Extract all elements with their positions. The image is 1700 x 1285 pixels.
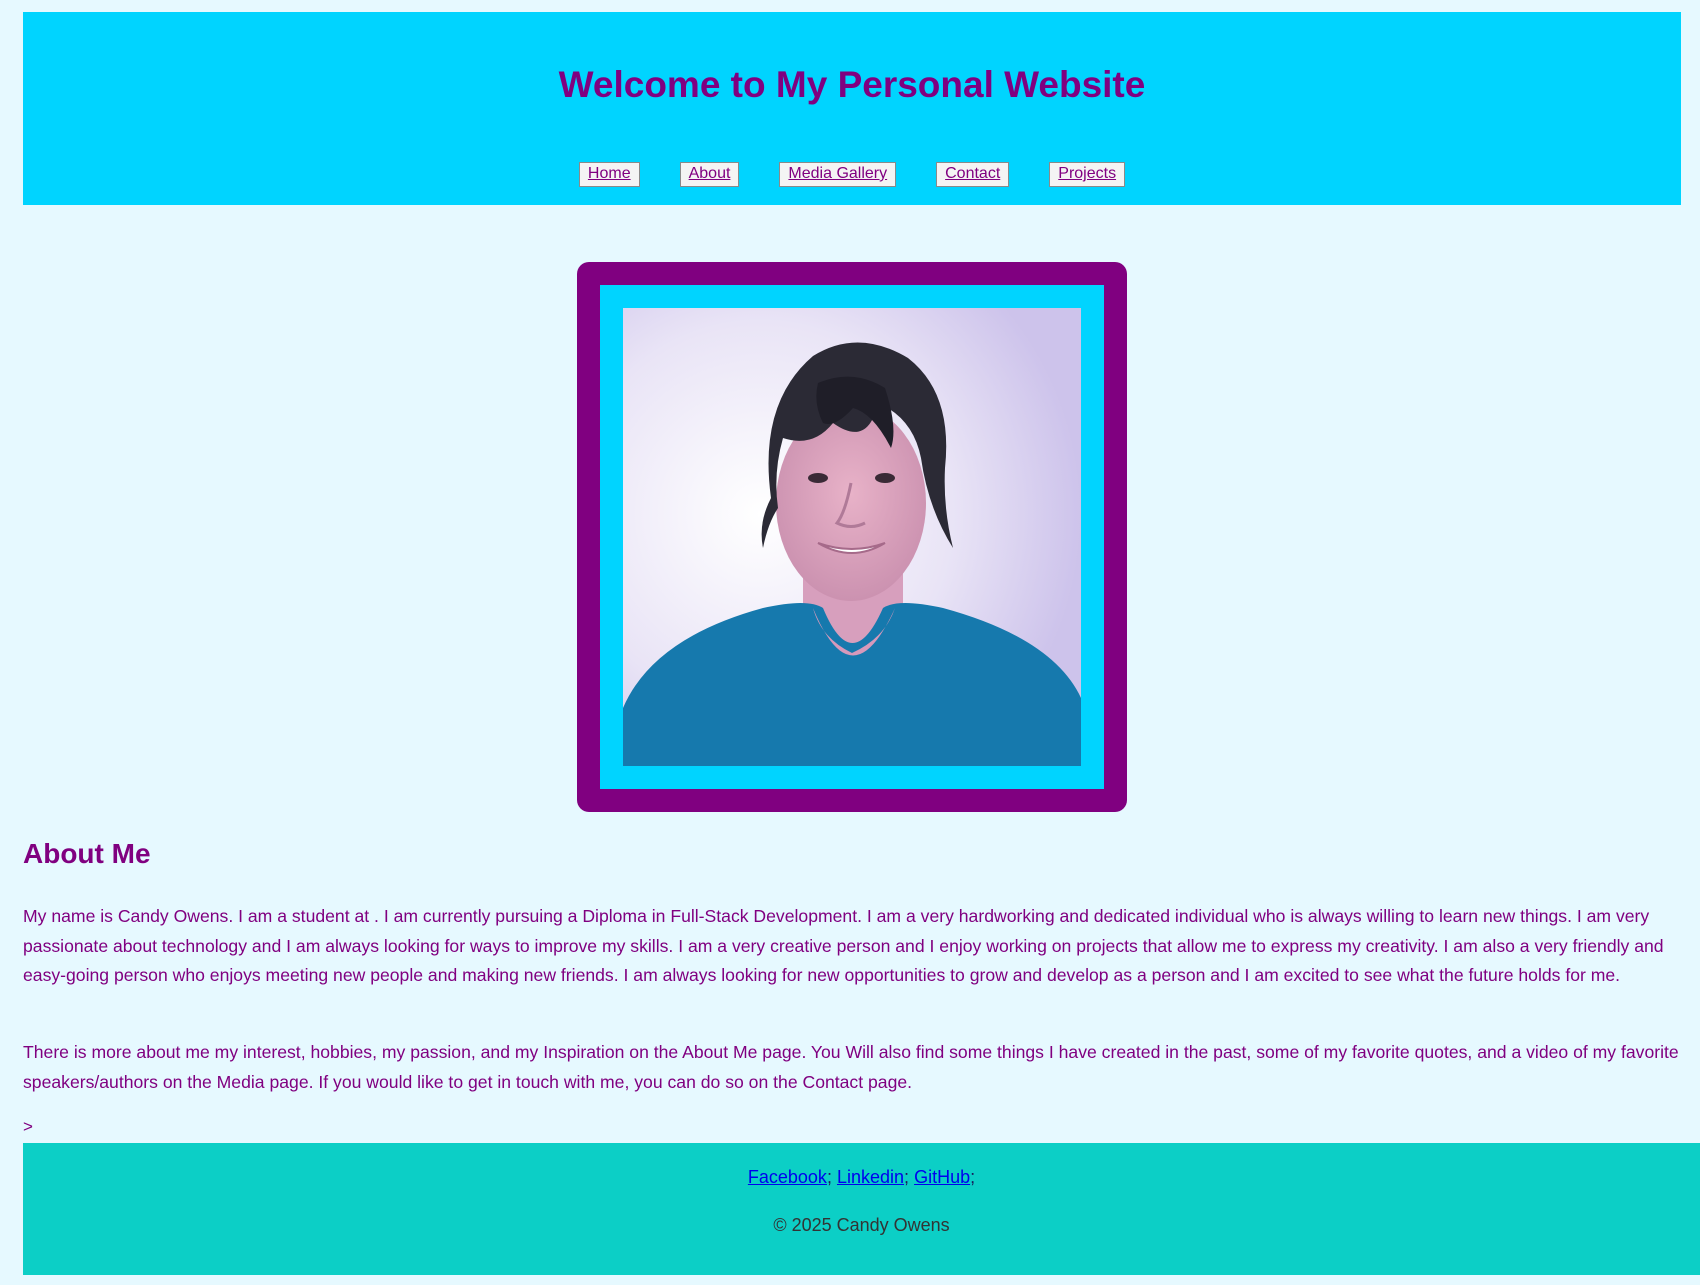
profile-photo-mat [600,285,1104,789]
link-separator: ; [826,1167,832,1187]
about-paragraph-2: There is more about me my interest, hobb… [23,1042,1679,1092]
site-header: Welcome to My Personal Website Home Abou… [23,12,1681,205]
nav-media-gallery-button[interactable]: Media Gallery [779,162,897,187]
portrait-illustration [623,308,1081,766]
site-footer: Facebook; Linkedin; GitHub; © 2025 Candy… [23,1143,1700,1275]
nav-projects-button[interactable]: Projects [1049,162,1126,187]
copyright-text: © 2025 Candy Owens [773,1215,950,1235]
social-links: Facebook; Linkedin; GitHub; [23,1167,1700,1188]
nav-home-button[interactable]: Home [578,162,640,187]
site-title: Welcome to My Personal Website [558,64,1146,105]
nav-about-button[interactable]: About [679,162,740,187]
stray-text: > [23,1117,33,1136]
profile-photo [623,308,1081,766]
about-paragraph-1: My name is Candy Owens. I am a student a… [23,906,1664,985]
facebook-link[interactable]: Facebook [748,1167,827,1187]
profile-photo-frame [577,262,1127,812]
main-nav: Home About Media Gallery Contact Project… [23,162,1681,187]
github-link[interactable]: GitHub [914,1167,970,1187]
link-separator: ; [970,1167,976,1187]
about-heading: About Me [23,838,151,869]
link-separator: ; [904,1167,910,1187]
linkedin-link[interactable]: Linkedin [837,1167,904,1187]
nav-contact-button[interactable]: Contact [936,162,1010,187]
